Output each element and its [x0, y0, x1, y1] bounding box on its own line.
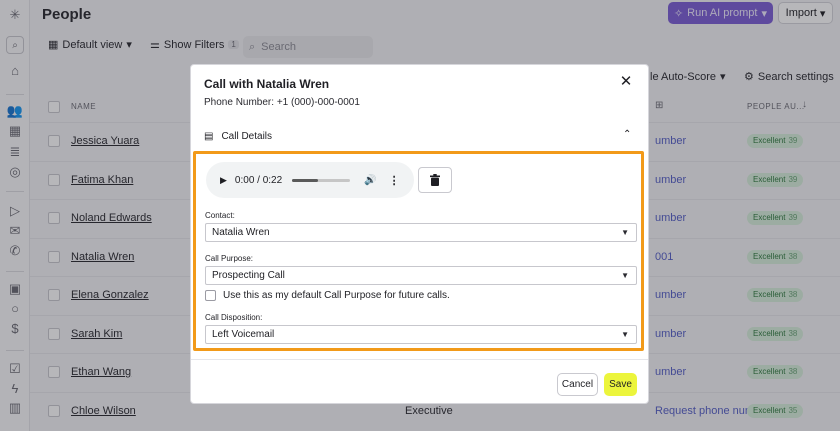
modal-title: Call with Natalia Wren: [204, 77, 330, 91]
call-disposition-value: Left Voicemail: [212, 329, 275, 340]
default-purpose-option[interactable]: Use this as my default Call Purpose for …: [205, 290, 450, 301]
more-options-icon[interactable]: ⋮: [389, 174, 400, 187]
default-purpose-label: Use this as my default Call Purpose for …: [223, 290, 450, 301]
call-details-header[interactable]: ▤ Call Details: [204, 131, 272, 142]
chevron-up-icon[interactable]: ⌃: [623, 129, 631, 140]
call-details-section: ▶ 0:00 / 0:22 🔊 ⋮ Contact: Natalia Wren …: [193, 151, 644, 351]
call-details-title: Call Details: [221, 131, 273, 142]
chevron-down-icon: ▼: [621, 330, 629, 339]
call-disposition-select[interactable]: Left Voicemail ▼: [205, 325, 637, 344]
delete-recording-button[interactable]: [418, 167, 452, 193]
trash-icon: [430, 174, 440, 186]
save-button[interactable]: Save: [604, 373, 637, 396]
audio-player[interactable]: ▶ 0:00 / 0:22 🔊 ⋮: [206, 162, 414, 198]
audio-progress-fill: [292, 178, 319, 182]
call-purpose-label: Call Purpose:: [205, 254, 254, 263]
modal-footer-divider: [191, 359, 648, 360]
contact-label: Contact:: [205, 211, 235, 220]
contact-select[interactable]: Natalia Wren ▼: [205, 223, 637, 242]
cancel-button[interactable]: Cancel: [557, 373, 598, 396]
call-purpose-value: Prospecting Call: [212, 270, 285, 281]
play-icon[interactable]: ▶: [220, 175, 227, 186]
volume-icon[interactable]: 🔊: [364, 175, 376, 186]
chevron-down-icon: ▼: [621, 271, 629, 280]
document-icon: ▤: [204, 131, 214, 142]
close-icon[interactable]: ✕: [618, 74, 634, 90]
audio-progress-track[interactable]: [292, 178, 351, 182]
contact-value: Natalia Wren: [212, 227, 270, 238]
default-purpose-checkbox[interactable]: [205, 290, 216, 301]
call-purpose-select[interactable]: Prospecting Call ▼: [205, 266, 637, 285]
call-disposition-label: Call Disposition:: [205, 313, 263, 322]
audio-time: 0:00 / 0:22: [234, 174, 283, 186]
modal-phone-number: Phone Number: +1 (000)-000-0001: [204, 97, 360, 108]
call-modal: Call with Natalia Wren ✕ Phone Number: +…: [190, 64, 649, 404]
chevron-down-icon: ▼: [621, 228, 629, 237]
